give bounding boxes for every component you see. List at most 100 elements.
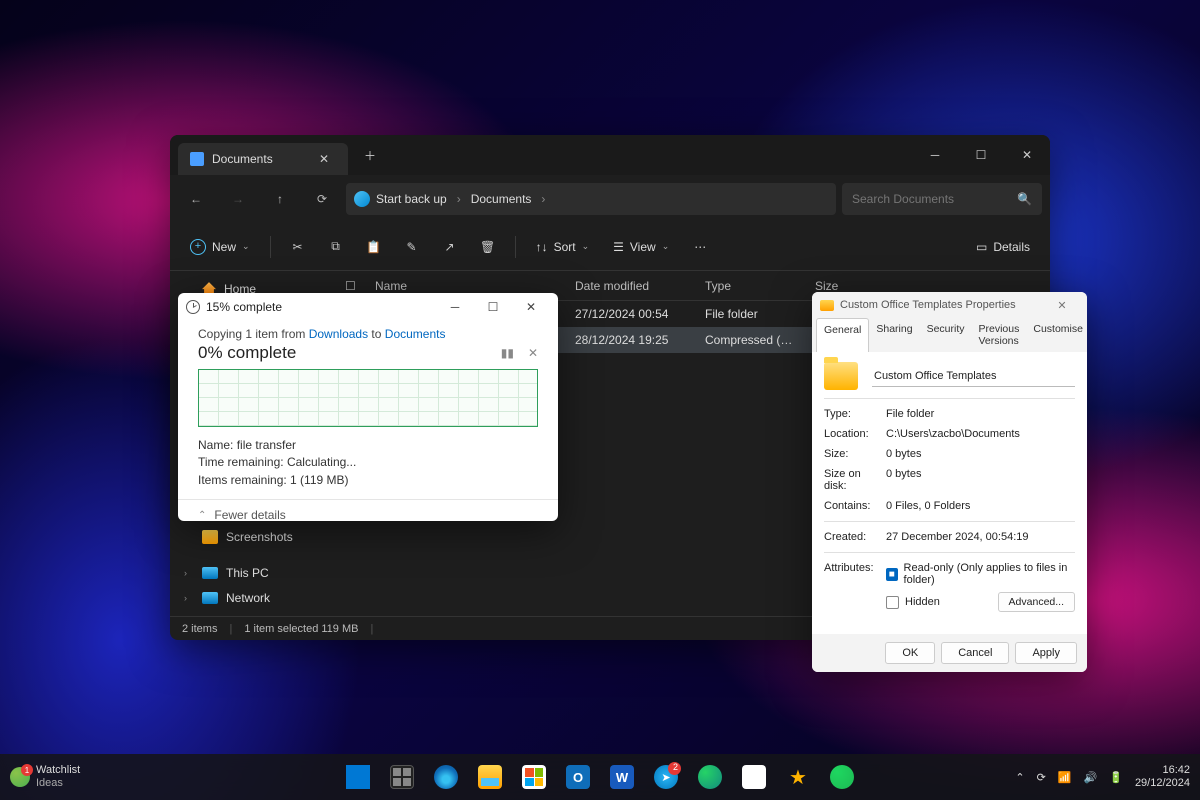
breadcrumb-root[interactable]: Start back up <box>376 192 447 206</box>
size-column[interactable]: Size <box>805 279 885 293</box>
search-input[interactable] <box>852 192 1009 206</box>
task-view-button[interactable] <box>382 757 422 797</box>
details-icon: ▭ <box>976 240 987 254</box>
rename-button[interactable]: ✎ <box>395 231 429 263</box>
battery-icon[interactable]: 🔋 <box>1109 771 1123 784</box>
status-selected: 1 item selected 119 MB <box>244 623 358 635</box>
view-button[interactable]: ☰View⌄ <box>603 231 679 263</box>
outlook-icon: O <box>566 765 590 789</box>
type-column[interactable]: Type <box>695 279 805 293</box>
chevron-right-icon: › <box>541 192 545 206</box>
breadcrumb[interactable]: Start back up › Documents › <box>346 183 836 215</box>
dialog-titlebar[interactable]: 15% complete ─ ☐ ✕ <box>178 293 558 321</box>
pc-icon <box>202 567 218 579</box>
cut-button[interactable]: ✂ <box>281 231 315 263</box>
folder-name-field[interactable]: Custom Office Templates <box>872 366 1075 387</box>
whatsapp-icon <box>698 765 722 789</box>
documents-icon <box>190 152 204 166</box>
up-button[interactable]: ↑ <box>262 181 298 217</box>
date-column[interactable]: Date modified <box>565 279 695 293</box>
properties-dialog: Custom Office Templates Properties ✕ Gen… <box>812 292 1087 672</box>
breadcrumb-current[interactable]: Documents <box>471 192 532 206</box>
word-app[interactable]: W <box>602 757 642 797</box>
ok-button[interactable]: OK <box>885 642 935 664</box>
search-box[interactable]: 🔍 <box>842 183 1042 215</box>
paste-button[interactable]: 📋 <box>357 231 391 263</box>
edge-app[interactable] <box>426 757 466 797</box>
type-value: File folder <box>886 408 1075 420</box>
copy-stats: Name: file transfer Time remaining: Calc… <box>198 437 538 489</box>
more-button[interactable]: ⋯ <box>683 231 717 263</box>
tray-chevron[interactable]: ⌃ <box>1015 771 1024 784</box>
tab-documents[interactable]: Documents ✕ <box>178 143 348 175</box>
view-icon: ☰ <box>613 240 624 254</box>
windows-icon <box>346 765 370 789</box>
share-button[interactable]: ↗ <box>433 231 467 263</box>
minimize-button[interactable]: ─ <box>436 293 474 321</box>
contains-value: 0 Files, 0 Folders <box>886 500 1075 512</box>
tab-previous-versions[interactable]: Previous Versions <box>972 318 1027 352</box>
close-window-button[interactable]: ✕ <box>1004 135 1050 175</box>
cancel-button[interactable]: ✕ <box>528 346 538 360</box>
details-pane-button[interactable]: ▭Details <box>966 240 1040 254</box>
whatsapp-app[interactable] <box>690 757 730 797</box>
chevron-right-icon: › <box>457 192 461 206</box>
wifi-icon[interactable]: 📶 <box>1058 771 1072 784</box>
network-icon <box>202 592 218 604</box>
sort-button[interactable]: ↑↓Sort⌄ <box>526 231 600 263</box>
readonly-checkbox[interactable]: ■Read-only (Only applies to files in fol… <box>886 562 1075 586</box>
spotify-app[interactable] <box>822 757 862 797</box>
tab-general[interactable]: General <box>816 318 869 352</box>
copy-subtitle: Copying 1 item from Downloads to Documen… <box>198 327 538 341</box>
maximize-button[interactable]: ☐ <box>958 135 1004 175</box>
tab-sharing[interactable]: Sharing <box>869 318 919 352</box>
forward-button[interactable]: → <box>220 181 256 217</box>
advanced-button[interactable]: Advanced... <box>998 592 1075 612</box>
minimize-button[interactable]: ─ <box>912 135 958 175</box>
explorer-app[interactable] <box>470 757 510 797</box>
new-button[interactable]: New⌄ <box>180 231 260 263</box>
start-button[interactable] <box>338 757 378 797</box>
titlebar[interactable]: Documents ✕ ＋ ─ ☐ ✕ <box>170 135 1050 175</box>
sidebar-network[interactable]: ›Network <box>174 586 331 610</box>
status-items: 2 items <box>182 623 217 635</box>
store-app[interactable] <box>514 757 554 797</box>
copy-button[interactable]: ⧉ <box>319 231 353 263</box>
close-button[interactable]: ✕ <box>1045 293 1079 317</box>
apply-button[interactable]: Apply <box>1015 642 1077 664</box>
tray-sync-icon[interactable]: ⟳ <box>1037 771 1046 784</box>
store-icon <box>522 765 546 789</box>
tab-customise[interactable]: Customise <box>1026 318 1090 352</box>
slack-app[interactable] <box>734 757 774 797</box>
checkbox-icon[interactable] <box>886 596 899 609</box>
tab-security[interactable]: Security <box>920 318 972 352</box>
spotify-icon <box>830 765 854 789</box>
to-link[interactable]: Documents <box>385 327 446 341</box>
checkbox-checked-icon: ■ <box>886 568 898 581</box>
delete-button[interactable]: 🗑 <box>471 231 505 263</box>
back-button[interactable]: ← <box>178 181 214 217</box>
folder-icon <box>202 530 218 544</box>
close-tab-icon[interactable]: ✕ <box>312 147 336 171</box>
widgets-button[interactable]: WatchlistIdeas <box>10 764 80 789</box>
clock[interactable]: 16:42 29/12/2024 <box>1135 764 1190 790</box>
slack-icon <box>742 765 766 789</box>
cancel-button[interactable]: Cancel <box>941 642 1009 664</box>
refresh-button[interactable]: ⟳ <box>304 181 340 217</box>
close-button[interactable]: ✕ <box>512 293 550 321</box>
dialog-titlebar[interactable]: Custom Office Templates Properties ✕ <box>812 292 1087 318</box>
pause-button[interactable]: ▮▮ <box>501 346 514 360</box>
volume-icon[interactable]: 🔊 <box>1084 771 1098 784</box>
from-link[interactable]: Downloads <box>309 327 368 341</box>
folder-large-icon <box>824 362 858 390</box>
new-tab-button[interactable]: ＋ <box>356 141 384 169</box>
fewer-details-toggle[interactable]: ⌃ Fewer details <box>178 499 558 530</box>
telegram-app[interactable]: ➤ <box>646 757 686 797</box>
outlook-app[interactable]: O <box>558 757 598 797</box>
checkbox-column[interactable]: ☐ <box>335 279 365 293</box>
plus-circle-icon <box>190 239 206 255</box>
maximize-button[interactable]: ☐ <box>474 293 512 321</box>
app-star[interactable]: ★ <box>778 757 818 797</box>
name-column[interactable]: Name <box>365 279 565 293</box>
sidebar-this-pc[interactable]: ›This PC <box>174 560 331 584</box>
